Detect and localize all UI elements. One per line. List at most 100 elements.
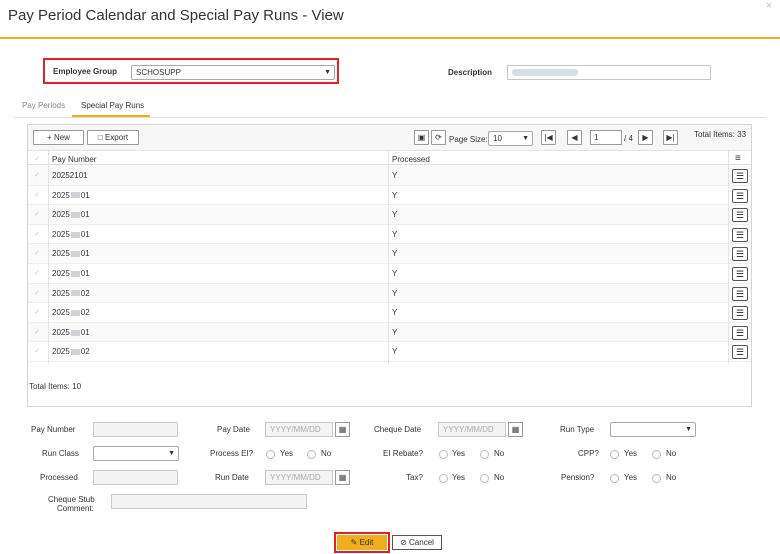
table-row[interactable]: ✓ 2025 01 Y ☰ [28,185,751,206]
pension-no-radio[interactable] [652,474,661,483]
pay-number-prefix: 2025 [52,210,70,220]
table-row[interactable]: ✓ 2025 02 Y ☰ [28,342,751,362]
pay-number-suffix: 01 [80,249,90,259]
page-number-input[interactable]: 1 [590,130,622,145]
cancel-button[interactable]: ⊘ Cancel [392,535,442,550]
tab-special-pay-runs[interactable]: Special Pay Runs [81,101,144,110]
process-ei-label: Process EI? [210,449,254,458]
row-details-icon[interactable]: ☰ [732,286,748,301]
redacted-text [512,69,578,76]
ei-rebate-no-radio[interactable] [480,450,489,459]
row-select-check-icon[interactable]: ✓ [34,308,40,316]
prev-page-icon[interactable]: ◀ [567,130,582,145]
tax-no-label: No [494,473,505,482]
tab-pay-periods[interactable]: Pay Periods [22,101,65,110]
run-class-select[interactable]: ▼ [93,446,179,461]
refresh-icon[interactable]: ⟳ [431,130,446,145]
row-details-icon[interactable]: ☰ [732,345,748,360]
processed-field[interactable] [93,470,178,485]
table-row[interactable]: ✓ 2025 01 Y ☰ [28,244,751,264]
row-select-check-icon[interactable]: ✓ [34,210,40,218]
cancel-icon: ⊘ [400,538,407,547]
cheque-date-field[interactable]: YYYY/MM/DD [438,422,506,437]
pay-number-field[interactable] [93,422,178,437]
pay-number-suffix: 01 [80,190,90,200]
redacted-digits [70,349,80,356]
row-details-icon[interactable]: ☰ [732,208,748,223]
pay-number-label: Pay Number [31,425,76,434]
chevron-down-icon: ▼ [168,450,175,457]
run-date-field[interactable]: YYYY/MM/DD [265,470,333,485]
row-details-icon[interactable]: ☰ [732,306,748,321]
row-select-check-icon[interactable]: ✓ [34,328,40,336]
pay-number-prefix: 2025 [52,269,70,278]
page-size-select[interactable]: 10 ▼ [488,131,533,146]
employee-group-select[interactable]: SCHOSUPP ▼ [131,65,335,80]
pay-date-field[interactable]: YYYY/MM/DD [265,422,333,437]
cpp-yes-label: Yes [624,449,638,458]
table-row[interactable]: ✓ 2025 01 Y ☰ [28,224,751,245]
pay-number-prefix: 2025 [52,327,70,337]
cpp-no-radio[interactable] [652,450,661,459]
process-ei-no-radio[interactable] [307,450,316,459]
tax-no-radio[interactable] [480,474,489,483]
run-type-select[interactable]: ▼ [610,422,696,437]
ei-rebate-yes-radio[interactable] [439,450,448,459]
table-row[interactable]: ✓ 2025 02 Y ☰ [28,283,751,304]
process-ei-no-label: No [321,449,332,458]
processed-label: Processed [40,473,78,482]
pay-number-suffix: 02 [80,288,90,298]
calendar-icon[interactable]: ▦ [335,470,350,485]
calendar-icon[interactable]: ▦ [508,422,523,437]
chevron-down-icon: ▼ [522,135,529,142]
processed-cell: Y [392,190,398,200]
row-select-check-icon[interactable]: ✓ [34,230,40,238]
save-icon[interactable]: ▣ [414,130,429,145]
row-select-check-icon[interactable]: ✓ [34,289,40,297]
new-button[interactable]: + New [33,130,84,145]
table-row[interactable]: ✓ 2025 01 Y ☰ [28,205,751,225]
redacted-digits [70,212,80,219]
row-details-icon[interactable]: ☰ [732,325,748,340]
table-row[interactable]: ✓ 2025 02 Y ☰ [28,303,751,323]
edit-button[interactable]: ✎ Edit [337,535,387,550]
cpp-yes-radio[interactable] [610,450,619,459]
select-all-check-icon[interactable]: ✓ [34,155,40,163]
processed-cell: Y [392,288,398,298]
row-details-icon[interactable]: ☰ [732,247,748,262]
tax-yes-radio[interactable] [439,474,448,483]
row-select-check-icon[interactable]: ✓ [34,269,40,277]
table-row[interactable]: ✓ 20252101 Y ☰ [28,166,751,186]
next-page-icon[interactable]: ▶ [638,130,653,145]
row-select-check-icon[interactable]: ✓ [34,347,40,355]
pay-number-prefix: 2025 [52,190,70,200]
last-page-icon[interactable]: ▶| [663,130,678,145]
cheque-stub-comment-label: Comment: [57,504,94,513]
table-row[interactable]: ✓ 2025 01 Y ☰ [28,322,751,343]
export-button[interactable]: □ Export [87,130,139,145]
column-menu-icon[interactable]: ≡ [735,153,741,164]
calendar-icon[interactable]: ▦ [335,422,350,437]
description-field[interactable] [507,65,711,80]
pension-yes-radio[interactable] [610,474,619,483]
pay-number-suffix: 01 [80,229,90,239]
employee-group-label: Employee Group [53,67,118,76]
close-icon[interactable]: × [766,0,772,12]
redacted-digits [70,270,80,277]
row-details-icon[interactable]: ☰ [732,188,748,203]
row-details-icon[interactable]: ☰ [732,169,748,183]
process-ei-yes-radio[interactable] [266,450,275,459]
first-page-icon[interactable]: |◀ [541,130,556,145]
row-select-check-icon[interactable]: ✓ [34,249,40,257]
processed-cell: Y [392,171,398,180]
table-row[interactable]: ✓ 2025 01 Y ☰ [28,264,751,284]
row-select-check-icon[interactable]: ✓ [34,191,40,199]
row-details-icon[interactable]: ☰ [732,267,748,281]
redacted-digits [70,329,80,336]
cheque-stub-comment-field[interactable] [111,494,307,509]
row-details-icon[interactable]: ☰ [732,227,748,242]
processed-cell: Y [392,327,398,337]
edit-icon: ✎ [350,538,358,547]
row-select-check-icon[interactable]: ✓ [34,171,40,179]
redacted-digits [70,290,80,297]
